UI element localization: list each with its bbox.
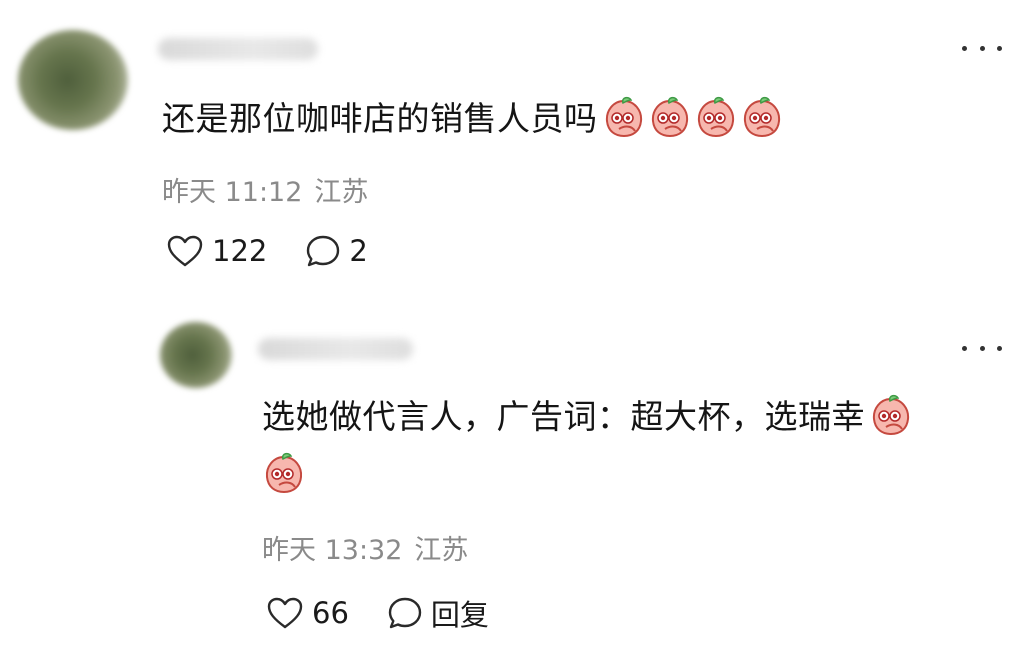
comment-bubble-icon — [388, 597, 422, 629]
reply-label: 回复 — [430, 598, 489, 632]
comment-body: 选她做代言人，广告词：超大杯，选瑞幸 — [262, 397, 865, 436]
comment-meta: 昨天 13:32 江苏 — [262, 528, 468, 567]
peach-emoji-icon — [871, 394, 911, 436]
comment-actions: 122 2 — [166, 234, 368, 268]
heart-icon — [167, 235, 203, 267]
like-button[interactable]: 122 — [166, 234, 267, 268]
reply-button[interactable]: 2 — [305, 234, 368, 268]
reply-button[interactable]: 回复 — [387, 592, 489, 634]
comment-text: 还是那位咖啡店的销售人员吗 — [162, 90, 922, 148]
comment-body: 还是那位咖啡店的销售人员吗 — [162, 99, 598, 138]
location: 江苏 — [414, 535, 469, 566]
comment-meta: 昨天 11:12 江苏 — [162, 170, 368, 209]
reply-count: 2 — [349, 234, 368, 268]
comment-1: 还是那位咖啡店的销售人员吗 昨天 11:12 江苏 122 2 — [0, 0, 1024, 300]
like-count: 66 — [312, 596, 349, 630]
peach-emoji-icon — [696, 96, 736, 138]
like-button[interactable]: 66 — [266, 596, 349, 630]
like-count: 122 — [212, 234, 268, 268]
timestamp: 昨天 11:12 — [162, 177, 303, 208]
peach-emoji-icon — [742, 96, 782, 138]
comment-2: 选她做代言人，广告词：超大杯，选瑞幸 昨天 13:32 江苏 66 回复 — [0, 300, 1024, 649]
peach-emoji-icon — [604, 96, 644, 138]
comment-actions: 66 回复 — [266, 592, 489, 634]
comment-text: 选她做代言人，广告词：超大杯，选瑞幸 — [262, 388, 1012, 504]
comment-bubble-icon — [307, 235, 340, 267]
username-blurred[interactable] — [158, 38, 318, 60]
avatar[interactable] — [18, 30, 128, 130]
heart-icon — [267, 597, 303, 629]
avatar[interactable] — [160, 322, 232, 388]
timestamp: 昨天 13:32 — [262, 535, 403, 566]
peach-emoji-icon — [650, 96, 690, 138]
location: 江苏 — [314, 177, 369, 208]
peach-emoji-icon — [264, 452, 304, 494]
more-dots-icon[interactable] — [962, 338, 1002, 358]
username-blurred[interactable] — [258, 338, 413, 360]
more-dots-icon[interactable] — [962, 38, 1002, 58]
